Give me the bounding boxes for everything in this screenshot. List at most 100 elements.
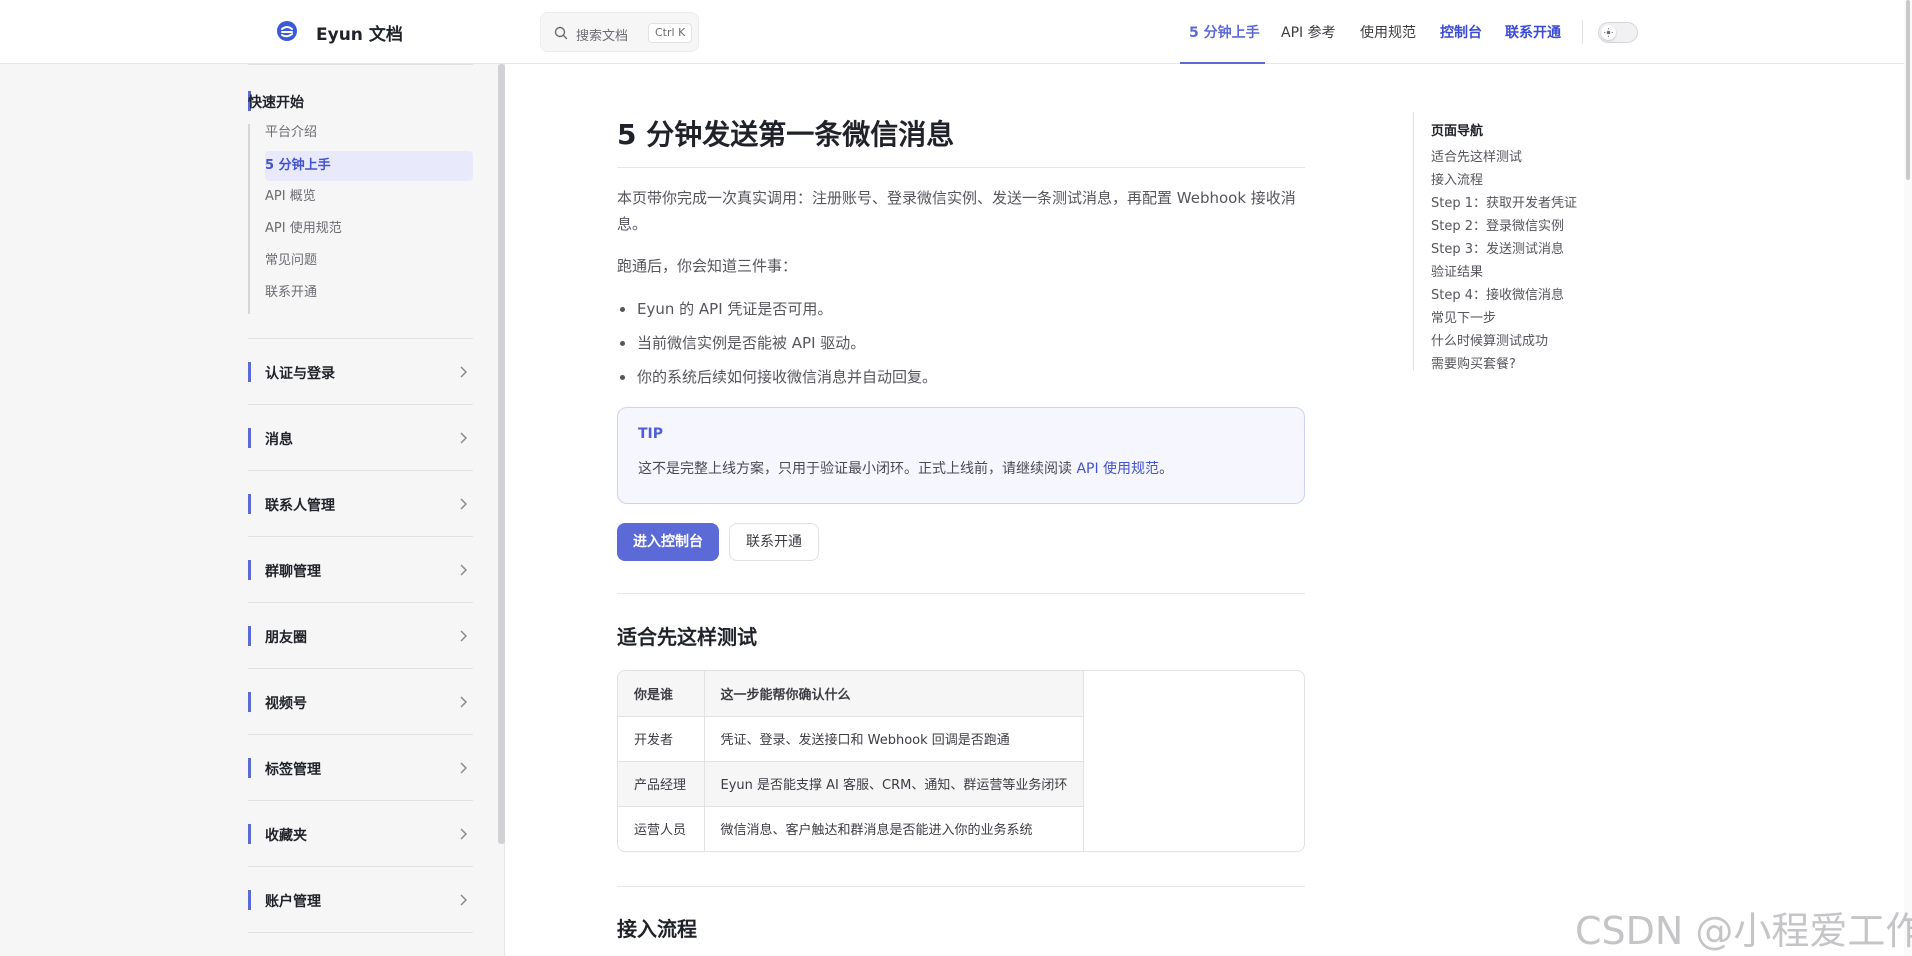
section-title-testing: 适合先这样测试 [617,625,757,649]
table-cell: 产品经理 [618,760,705,807]
group-marker [248,494,251,514]
outline-item[interactable]: Step 4：接收微信消息 [1431,284,1564,303]
outline-item[interactable]: Step 3：发送测试消息 [1431,238,1564,257]
api-rules-link[interactable]: API 使用规范 [1076,461,1159,477]
chevron-right-icon [460,630,467,642]
outline-item[interactable]: 什么时候算测试成功 [1431,330,1548,349]
table-row: 产品经理 Eyun 是否能支撑 AI 客服、CRM、通知、群运营等业务闭环 [618,760,1085,807]
sidebar-item-api-overview[interactable]: API 概览 [265,182,473,212]
sidebar-item-faq[interactable]: 常见问题 [265,246,473,276]
sidebar-divider [248,932,473,933]
group-label: 收藏夹 [265,828,307,844]
enter-console-button[interactable]: 进入控制台 [617,523,719,561]
outcome-intro: 跑通后，你会知道三件事： [617,257,798,275]
sidebar-group-channels[interactable]: 视频号 [248,668,473,734]
table-cell: 开发者 [618,715,705,762]
nav-contact-link[interactable]: 联系开通 [1505,22,1561,42]
page-scrollbar-thumb[interactable] [1906,0,1910,180]
group-label: 朋友圈 [265,630,307,646]
outline-item[interactable]: Step 1：获取开发者凭证 [1431,192,1577,211]
search-icon [554,26,568,40]
sidebar-group-account[interactable]: 账户管理 [248,866,473,932]
tip-callout: TIP 这不是完整上线方案，只用于验证最小闭环。正式上线前，请继续阅读 API … [617,407,1305,504]
nav-divider [1582,20,1583,44]
group-label: 消息 [265,432,293,448]
chevron-right-icon [460,432,467,444]
outline-item[interactable]: 适合先这样测试 [1431,146,1522,165]
group-marker [248,692,251,712]
sidebar-group-favorites[interactable]: 收藏夹 [248,800,473,866]
sidebar-group-tags[interactable]: 标签管理 [248,734,473,800]
search-shortcut-badge: Ctrl K [648,23,693,43]
table-row: 开发者 凭证、登录、发送接口和 Webhook 回调是否跑通 [618,715,1085,762]
outline-item[interactable]: 验证结果 [1431,261,1483,280]
sidebar-item-platform-intro[interactable]: 平台介绍 [265,118,473,148]
table-cell: 微信消息、客户触达和群消息是否能进入你的业务系统 [703,805,1085,851]
nav-api-reference-link[interactable]: API 参考 [1281,22,1336,42]
table-cell: 凭证、登录、发送接口和 Webhook 回调是否跑通 [703,715,1085,762]
theme-toggle-knob [1601,25,1616,40]
page-scrollbar[interactable] [1904,0,1912,956]
tip-text: 这不是完整上线方案，只用于验证最小闭环。正式上线前，请继续阅读 [638,461,1077,477]
outline-item[interactable]: 需要购买套餐? [1431,353,1516,372]
search-placeholder: 搜索文档 [576,29,629,44]
outline-title: 页面导航 [1431,124,1484,139]
sidebar-section-title[interactable]: 快速开始 [248,92,304,112]
group-label: 联系人管理 [265,498,335,514]
outline-item[interactable]: 接入流程 [1431,169,1483,188]
group-label: 账户管理 [265,894,321,910]
chevron-right-icon [460,366,467,378]
group-label: 认证与登录 [265,366,335,382]
table-cell: 运营人员 [618,805,705,851]
nav-usage-rules-link[interactable]: 使用规范 [1360,22,1416,42]
sidebar-group-moments[interactable]: 朋友圈 [248,602,473,668]
page-title: 5 分钟发送第一条微信消息 [617,118,955,151]
group-marker [248,428,251,448]
tip-body: 这不是完整上线方案，只用于验证最小闭环。正式上线前，请继续阅读 API 使用规范… [638,458,1173,478]
chevron-right-icon [460,696,467,708]
contact-button[interactable]: 联系开通 [729,523,819,561]
page-outline: 页面导航 适合先这样测试 接入流程 Step 1：获取开发者凭证 Step 2：… [1413,112,1613,372]
outline-item[interactable]: 常见下一步 [1431,307,1496,326]
title-divider [617,167,1305,168]
sidebar-divider [248,64,473,65]
group-label: 视频号 [265,696,307,712]
table-header: 这一步能帮你确认什么 [703,671,1085,717]
section-divider [617,886,1305,887]
nav-quickstart-link[interactable]: 5 分钟上手 [1189,22,1260,42]
chevron-right-icon [460,498,467,510]
sidebar: 快速开始 平台介绍 5 分钟上手 API 概览 API 使用规范 常见问题 联系… [0,64,505,956]
sidebar-group-contacts[interactable]: 联系人管理 [248,470,473,536]
nav-active-underline [1180,62,1265,64]
section-title-integration: 接入流程 [617,917,697,941]
chevron-right-icon [460,828,467,840]
search-box[interactable]: 搜索文档 Ctrl K [540,12,699,52]
eyun-logo-icon[interactable] [276,20,298,42]
sidebar-group-auth[interactable]: 认证与登录 [248,338,473,404]
nav-console-link[interactable]: 控制台 [1440,22,1482,42]
intro-paragraph-line2: 息。 [617,215,648,233]
bullet-item: 你的系统后续如何接收微信消息并自动回复。 [617,364,937,390]
group-marker [248,824,251,844]
sidebar-scrollbar[interactable] [498,64,505,844]
group-marker [248,560,251,580]
outline-item[interactable]: Step 2：登录微信实例 [1431,215,1564,234]
watermark: CSDN @小程爱工作 [1575,909,1912,953]
sidebar-group-messages[interactable]: 消息 [248,404,473,470]
sidebar-item-api-rules[interactable]: API 使用规范 [265,214,473,244]
theme-toggle[interactable] [1598,22,1638,43]
table-header: 你是谁 [618,671,705,717]
bullet-item: Eyun 的 API 凭证是否可用。 [617,296,832,322]
brand-title[interactable]: Eyun 文档 [316,20,403,45]
sidebar-group-group-chats[interactable]: 群聊管理 [248,536,473,602]
audience-table: 你是谁 这一步能帮你确认什么 开发者 凭证、登录、发送接口和 Webhook 回… [617,670,1305,852]
top-navbar: Eyun 文档 搜索文档 Ctrl K 5 分钟上手 API 参考 使用规范 控… [0,0,1912,64]
table-cell: Eyun 是否能支撑 AI 客服、CRM、通知、群运营等业务闭环 [703,760,1085,807]
group-label: 标签管理 [265,762,321,778]
sun-icon [1604,28,1613,37]
sidebar-item-contact[interactable]: 联系开通 [265,278,473,308]
tip-title: TIP [638,426,664,442]
bullet-item: 当前微信实例是否能被 API 驱动。 [617,330,865,356]
sidebar-item-quickstart[interactable]: 5 分钟上手 [265,151,473,181]
intro-paragraph-line1: 本页带你完成一次真实调用：注册账号、登录微信实例、发送一条测试消息，再配置 We… [617,189,1296,207]
